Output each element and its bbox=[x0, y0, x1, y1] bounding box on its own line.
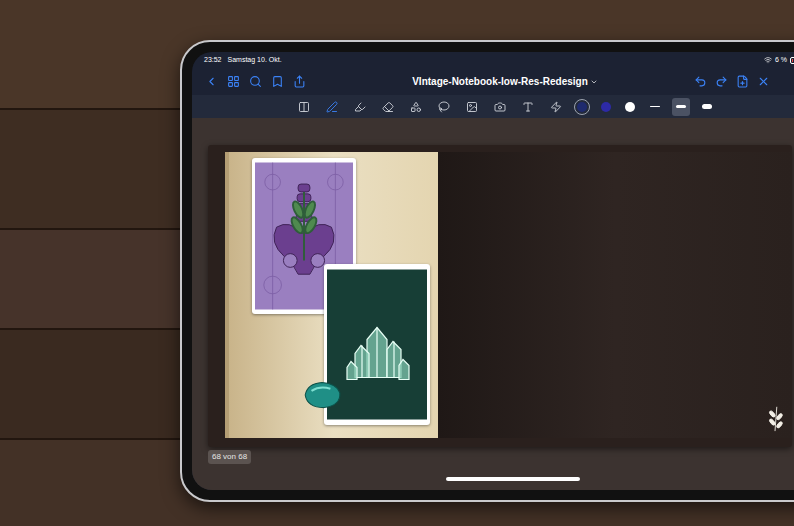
status-date: Samstag 10. Okt. bbox=[228, 55, 282, 66]
color-swatch[interactable] bbox=[598, 99, 614, 115]
back-button-icon bbox=[205, 75, 218, 88]
ipad-device: 23:52 Samstag 10. Okt. 6 % VIntage-Notebook… bbox=[180, 40, 794, 502]
undo-button[interactable] bbox=[690, 71, 711, 93]
bookmark-button[interactable] bbox=[266, 71, 288, 93]
laser-tool[interactable] bbox=[546, 97, 566, 117]
document-title[interactable]: VIntage-Notebook-low-Res-Redesign bbox=[412, 74, 598, 89]
stroke-width-option[interactable] bbox=[646, 98, 664, 116]
battery-percent: 6 % bbox=[775, 55, 787, 66]
highlighter-icon bbox=[354, 101, 366, 113]
bookmark-button-icon bbox=[271, 75, 284, 88]
laser-icon bbox=[550, 101, 562, 113]
nav-bar: VIntage-Notebook-low-Res-Redesign bbox=[192, 68, 794, 95]
share-button[interactable] bbox=[288, 71, 310, 93]
search-button-icon bbox=[249, 75, 262, 88]
color-dot bbox=[577, 102, 587, 112]
leaf-sprig-icon bbox=[766, 405, 784, 432]
home-indicator[interactable] bbox=[446, 477, 580, 481]
wifi-icon bbox=[764, 56, 772, 64]
right-page bbox=[438, 152, 792, 438]
toolbar bbox=[192, 95, 794, 118]
battery-fill bbox=[792, 59, 793, 62]
color-swatch[interactable] bbox=[574, 99, 590, 115]
highlighter-tool[interactable] bbox=[350, 97, 370, 117]
notebook bbox=[208, 145, 792, 447]
camera-tool[interactable] bbox=[490, 97, 510, 117]
crystal-illustration-icon bbox=[327, 267, 427, 422]
canvas: 68 von 68 bbox=[192, 118, 794, 490]
pen-icon bbox=[326, 101, 338, 113]
camera-icon bbox=[494, 101, 506, 113]
page-indicator: 68 von 68 bbox=[208, 450, 251, 464]
redo-button-icon bbox=[715, 75, 728, 88]
nav-right bbox=[690, 71, 794, 93]
gemstone-icon[interactable] bbox=[301, 380, 343, 410]
stroke-width-bar bbox=[676, 105, 686, 108]
pen-tool[interactable] bbox=[322, 97, 342, 117]
lasso-tool[interactable] bbox=[434, 97, 454, 117]
crystal-card[interactable] bbox=[324, 264, 430, 425]
close-button-icon bbox=[757, 75, 770, 88]
nav-left bbox=[200, 71, 320, 93]
reading-tool[interactable] bbox=[294, 97, 314, 117]
color-swatch[interactable] bbox=[622, 99, 638, 115]
eraser-icon bbox=[382, 101, 394, 113]
battery-icon bbox=[790, 57, 794, 64]
shapes-icon bbox=[410, 101, 422, 113]
undo-button-icon bbox=[694, 75, 707, 88]
add-page-button[interactable] bbox=[732, 71, 753, 93]
image-icon bbox=[466, 101, 478, 113]
left-page bbox=[225, 152, 438, 438]
reading-icon bbox=[298, 101, 310, 113]
image-tool[interactable] bbox=[462, 97, 482, 117]
status-datetime: 23:52 Samstag 10. Okt. bbox=[204, 55, 282, 66]
status-time: 23:52 bbox=[204, 55, 222, 66]
close-button[interactable] bbox=[753, 71, 774, 93]
text-icon bbox=[522, 101, 534, 113]
share-button-icon bbox=[293, 75, 306, 88]
grid-button-icon bbox=[227, 75, 240, 88]
eraser-tool[interactable] bbox=[378, 97, 398, 117]
document-title-text: VIntage-Notebook-low-Res-Redesign bbox=[412, 74, 588, 89]
status-bar: 23:52 Samstag 10. Okt. 6 % bbox=[192, 52, 794, 68]
grid-button[interactable] bbox=[222, 71, 244, 93]
chevron-down-icon bbox=[590, 78, 598, 86]
color-dot bbox=[625, 102, 635, 112]
color-dot bbox=[601, 102, 611, 112]
text-tool[interactable] bbox=[518, 97, 538, 117]
add-page-button-icon bbox=[736, 75, 749, 88]
redo-button[interactable] bbox=[711, 71, 732, 93]
scene: 23:52 Samstag 10. Okt. 6 % VIntage-Notebook… bbox=[0, 0, 794, 526]
lasso-icon bbox=[438, 101, 450, 113]
stroke-width-bar bbox=[702, 104, 712, 109]
stroke-width-option[interactable] bbox=[672, 98, 690, 116]
back-button[interactable] bbox=[200, 71, 222, 93]
card-artwork bbox=[327, 267, 427, 422]
stroke-width-option[interactable] bbox=[698, 98, 716, 116]
shapes-tool[interactable] bbox=[406, 97, 426, 117]
stroke-width-bar bbox=[650, 106, 660, 107]
status-indicators: 6 % bbox=[764, 55, 794, 66]
ipad-screen: 23:52 Samstag 10. Okt. 6 % VIntage-Notebook… bbox=[192, 52, 794, 490]
search-button[interactable] bbox=[244, 71, 266, 93]
